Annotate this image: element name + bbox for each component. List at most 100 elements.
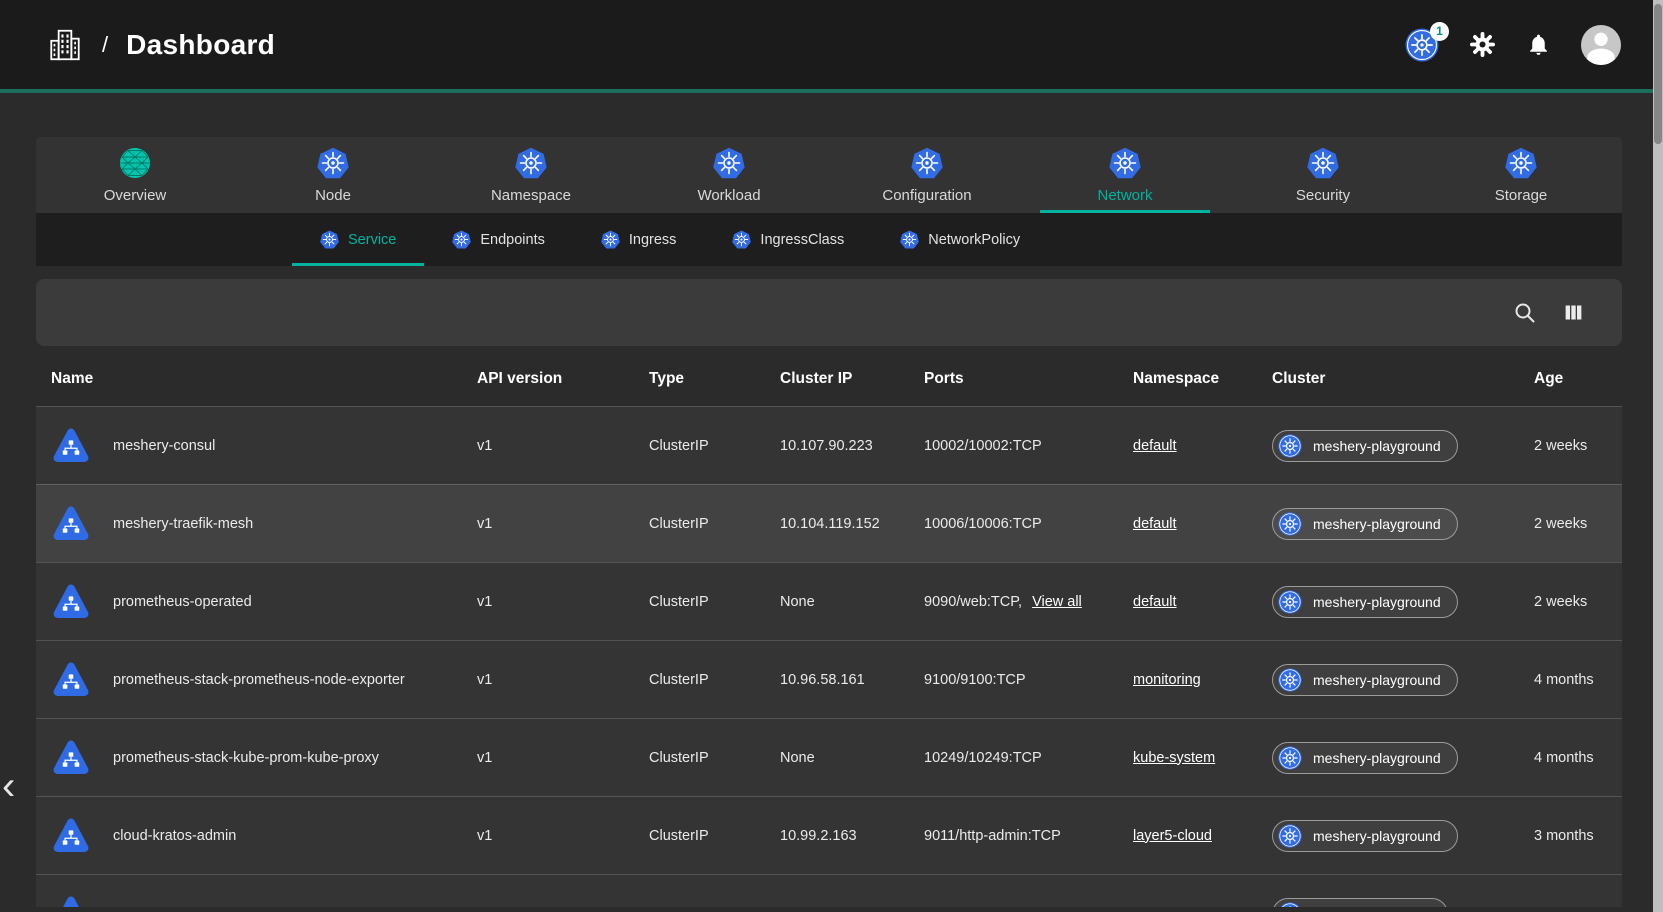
kubernetes-icon	[1109, 147, 1141, 179]
api-version: v1	[477, 828, 649, 844]
kubernetes-icon	[1307, 147, 1339, 179]
cluster-name: meshery-playground	[1313, 594, 1441, 610]
cluster-chip[interactable]: meshery-playground	[1272, 508, 1458, 540]
kubernetes-icon	[601, 230, 620, 249]
table-toolbar	[36, 279, 1622, 346]
settings-button[interactable]	[1469, 31, 1496, 58]
table-row[interactable]: prometheus-stack-prometheus-node-exporte…	[36, 640, 1622, 718]
sub-tab-label: Ingress	[629, 232, 677, 248]
cluster-chip[interactable]: meshery-playground	[1272, 742, 1458, 774]
sidebar-expand-button[interactable]: ‹	[2, 766, 15, 806]
cluster-chip[interactable]	[1272, 898, 1448, 908]
nav-tab-node[interactable]: Node	[234, 137, 432, 213]
kubernetes-icon	[515, 147, 547, 179]
table-row[interactable]: prometheus-operated v1 ClusterIP None 90…	[36, 562, 1622, 640]
nav-tab-overview[interactable]: Overview	[36, 137, 234, 213]
age: 2 weeks	[1534, 516, 1622, 532]
view-columns-button[interactable]	[1563, 302, 1584, 323]
service-type: ClusterIP	[649, 438, 780, 454]
cluster-ip: None	[780, 750, 924, 766]
context-count-badge: 1	[1430, 22, 1449, 41]
column-header-cluster-ip[interactable]: Cluster IP	[780, 370, 924, 388]
service-icon	[51, 816, 91, 856]
notifications-button[interactable]	[1526, 32, 1551, 57]
ports: 10249/10249:TCP	[924, 750, 1042, 766]
nav-tab-label: Storage	[1495, 187, 1548, 204]
header-actions: 1	[1405, 25, 1637, 65]
nav-tab-configuration[interactable]: Configuration	[828, 137, 1026, 213]
age: 4 months	[1534, 750, 1622, 766]
view-all-link[interactable]: View all	[1032, 594, 1082, 610]
service-icon	[51, 504, 91, 544]
services-table: NameAPI versionTypeCluster IPPortsNamesp…	[36, 351, 1622, 907]
api-version: v1	[477, 594, 649, 610]
column-header-cluster[interactable]: Cluster	[1272, 370, 1534, 388]
sub-tab-label: IngressClass	[760, 232, 844, 248]
table-row[interactable]: meshery-consul v1 ClusterIP 10.107.90.22…	[36, 406, 1622, 484]
namespace-link[interactable]: default	[1133, 516, 1177, 532]
service-name: prometheus-stack-kube-prom-kube-proxy	[113, 750, 379, 766]
cluster-ip: 10.107.90.223	[780, 438, 924, 454]
kubernetes-context-button[interactable]: 1	[1405, 28, 1439, 62]
nav-tab-workload[interactable]: Workload	[630, 137, 828, 213]
cluster-chip[interactable]: meshery-playground	[1272, 430, 1458, 462]
kubernetes-icon	[900, 230, 919, 249]
column-header-name[interactable]: Name	[36, 370, 477, 388]
service-name: meshery-consul	[113, 438, 215, 454]
breadcrumb-separator: /	[102, 32, 108, 58]
namespace-link[interactable]: kube-system	[1133, 750, 1215, 766]
bell-icon	[1526, 32, 1551, 57]
cluster-chip[interactable]: meshery-playground	[1272, 820, 1458, 852]
cluster-ip: 10.96.58.161	[780, 672, 924, 688]
nav-tab-storage[interactable]: Storage	[1422, 137, 1620, 213]
sub-tab-networkpolicy[interactable]: NetworkPolicy	[872, 213, 1048, 266]
sub-tab-ingressclass[interactable]: IngressClass	[704, 213, 872, 266]
column-header-age[interactable]: Age	[1534, 370, 1622, 388]
service-name: meshery-traefik-mesh	[113, 516, 253, 532]
cluster-chip[interactable]: meshery-playground	[1272, 586, 1458, 618]
cluster-name: meshery-playground	[1313, 828, 1441, 844]
search-button[interactable]	[1513, 301, 1537, 325]
scrollbar-thumb[interactable]	[1654, 4, 1662, 144]
api-version: v1	[477, 750, 649, 766]
cluster-chip[interactable]: meshery-playground	[1272, 664, 1458, 696]
user-avatar-button[interactable]	[1581, 25, 1621, 65]
service-icon	[51, 660, 91, 700]
kubernetes-icon	[1278, 746, 1302, 770]
namespace-link[interactable]: meshery	[1133, 906, 1189, 908]
cluster-name: meshery-playground	[1313, 750, 1441, 766]
organization-icon[interactable]	[46, 26, 84, 64]
api-version: v1	[477, 672, 649, 688]
kubernetes-icon	[1278, 590, 1302, 614]
cluster-name: meshery-playground	[1313, 516, 1441, 532]
column-header-namespace[interactable]: Namespace	[1133, 370, 1272, 388]
nav-tab-namespace[interactable]: Namespace	[432, 137, 630, 213]
nav-tabbar: Overview Node Namespace Workload Configu…	[36, 137, 1622, 213]
sub-tab-label: NetworkPolicy	[928, 232, 1020, 248]
page-title: Dashboard	[126, 29, 275, 61]
table-row[interactable]: meshery	[36, 874, 1622, 907]
nav-tab-security[interactable]: Security	[1224, 137, 1422, 213]
active-subtab-underline	[292, 263, 424, 266]
table-row[interactable]: cloud-kratos-admin v1 ClusterIP 10.99.2.…	[36, 796, 1622, 874]
column-header-ports[interactable]: Ports	[924, 370, 1133, 388]
namespace-link[interactable]: default	[1133, 594, 1177, 610]
namespace-link[interactable]: monitoring	[1133, 672, 1201, 688]
table-header-row: NameAPI versionTypeCluster IPPortsNamesp…	[36, 351, 1622, 406]
column-header-api-version[interactable]: API version	[477, 370, 649, 388]
kubernetes-icon	[1278, 434, 1302, 458]
sub-tab-endpoints[interactable]: Endpoints	[424, 213, 573, 266]
kubernetes-icon	[1278, 512, 1302, 536]
nav-tab-network[interactable]: Network	[1026, 137, 1224, 213]
sub-tab-ingress[interactable]: Ingress	[573, 213, 705, 266]
sub-tab-label: Service	[348, 232, 396, 248]
column-header-type[interactable]: Type	[649, 370, 780, 388]
table-row[interactable]: meshery-traefik-mesh v1 ClusterIP 10.104…	[36, 484, 1622, 562]
namespace-link[interactable]: layer5-cloud	[1133, 828, 1212, 844]
cluster-ip: 10.99.2.163	[780, 828, 924, 844]
table-row[interactable]: prometheus-stack-kube-prom-kube-proxy v1…	[36, 718, 1622, 796]
api-version: v1	[477, 516, 649, 532]
sub-tab-service[interactable]: Service	[292, 213, 424, 266]
scrollbar[interactable]	[1653, 0, 1663, 912]
namespace-link[interactable]: default	[1133, 438, 1177, 454]
